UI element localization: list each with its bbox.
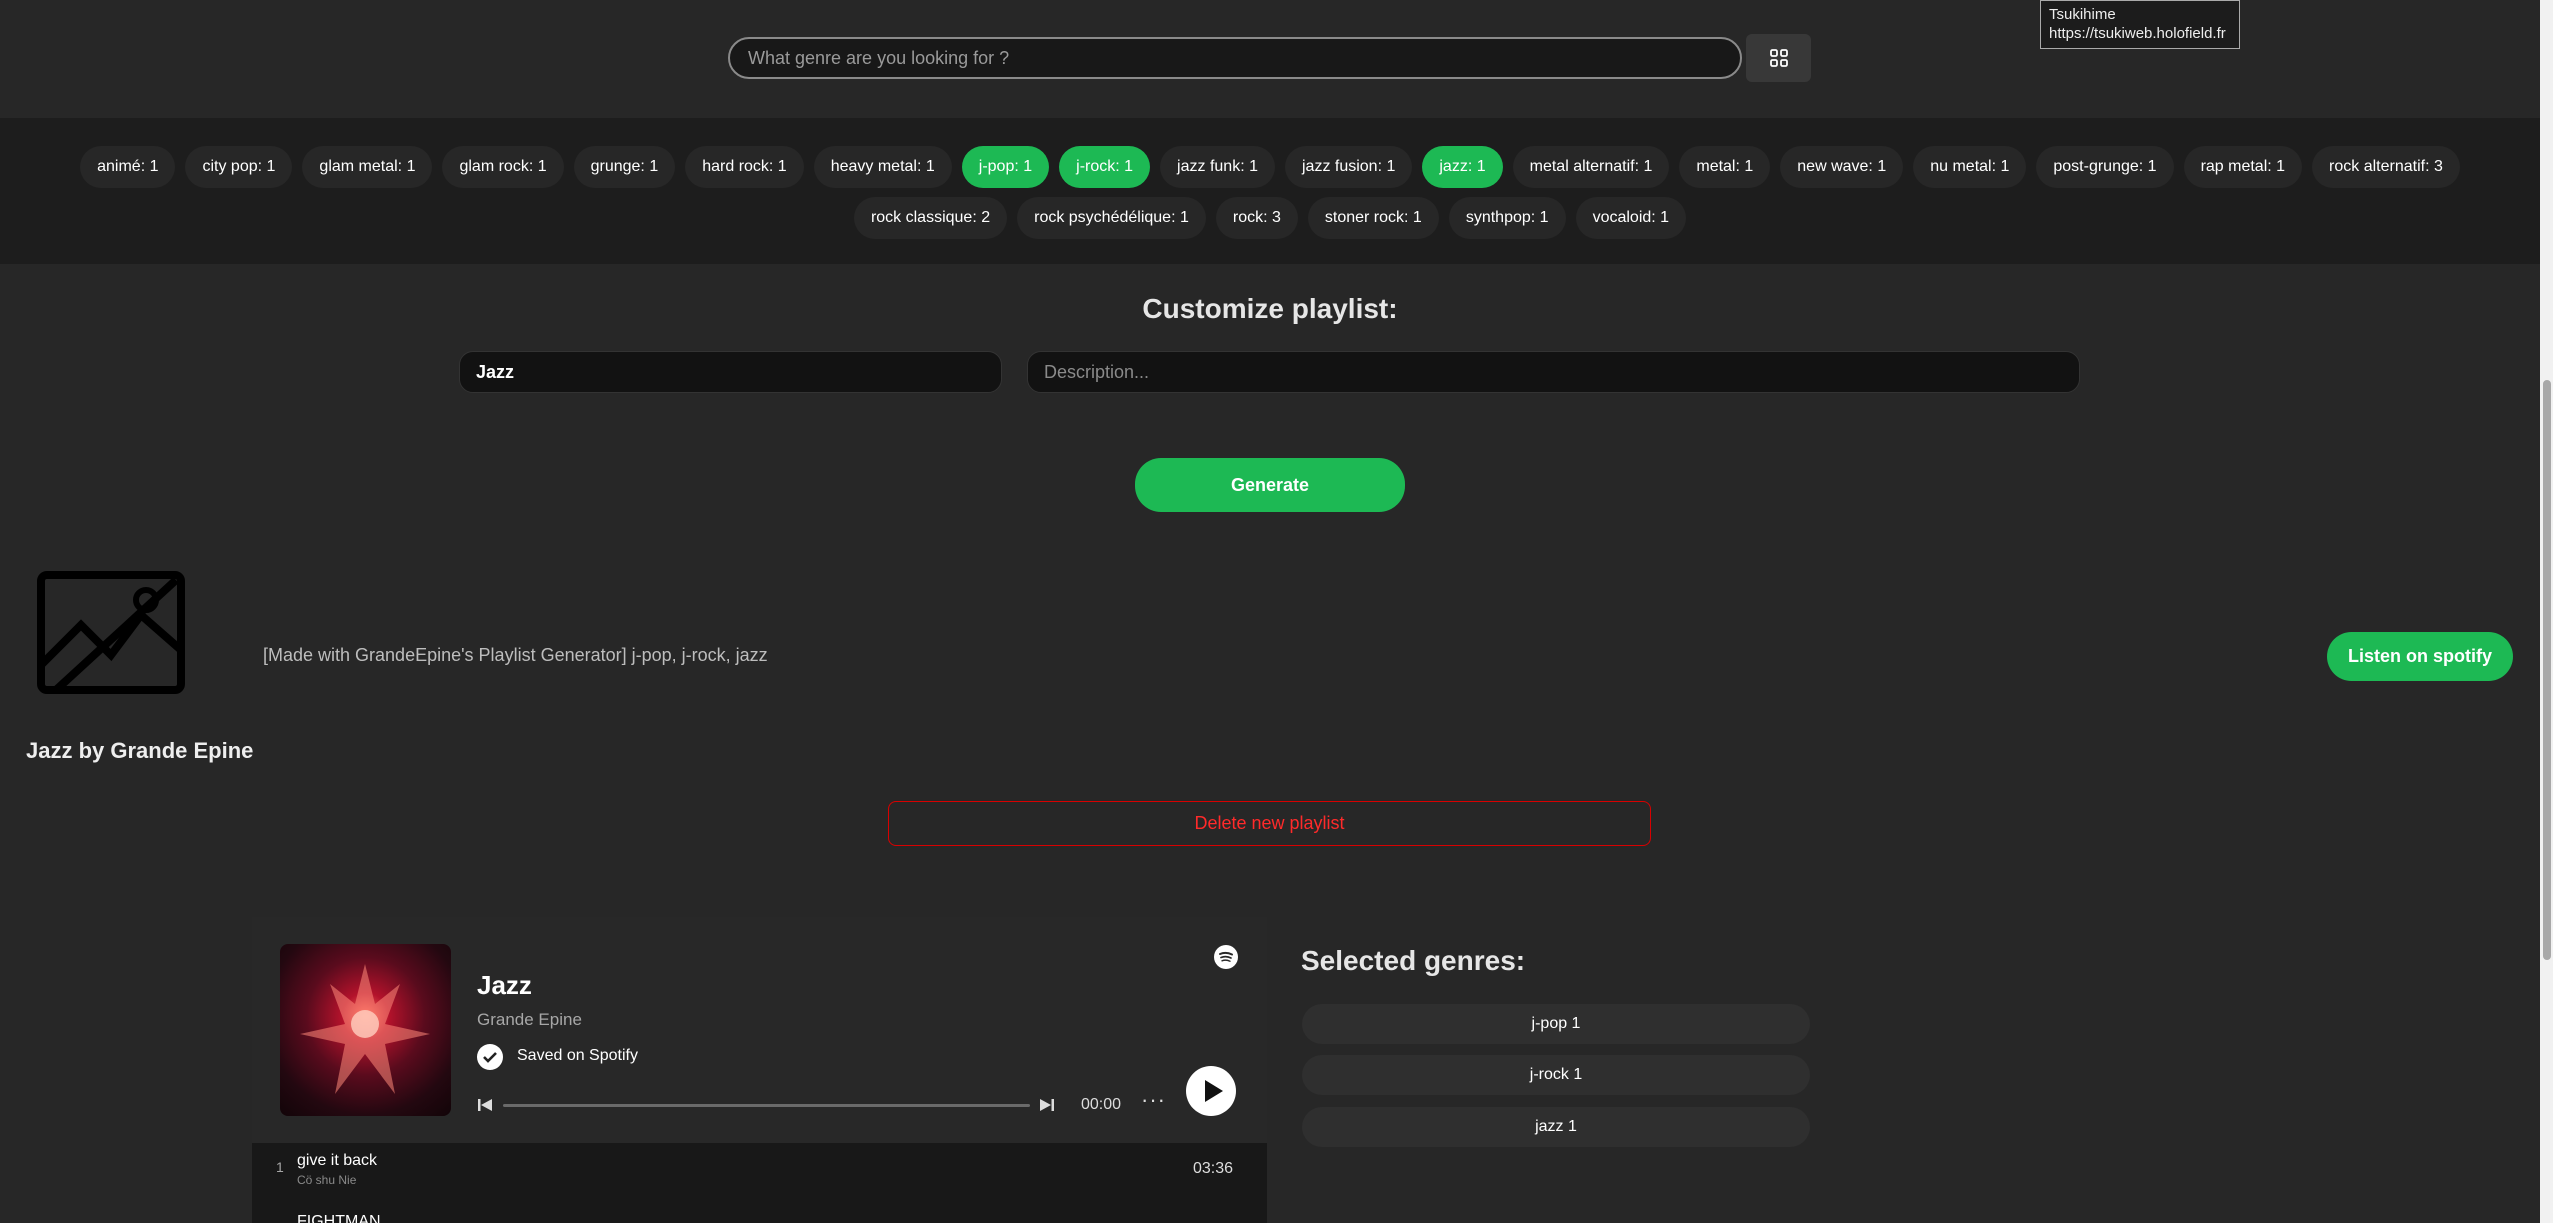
- selected-genre-pill: j-rock 1: [1302, 1055, 1810, 1095]
- genre-chip[interactable]: city pop: 1: [185, 146, 293, 188]
- track-row[interactable]: FIGHTMAN: [252, 1213, 1267, 1223]
- genre-chip[interactable]: j-pop: 1: [961, 146, 1050, 188]
- playlist-cover-placeholder: [36, 570, 186, 695]
- listen-on-spotify-button[interactable]: Listen on spotify: [2327, 632, 2513, 681]
- saved-label: Saved on Spotify: [517, 1047, 638, 1064]
- track-name: give it back: [297, 1152, 378, 1169]
- previous-track-icon[interactable]: [477, 1097, 493, 1118]
- progress-track[interactable]: [503, 1104, 1030, 1107]
- selected-genre-pill: jazz 1: [1302, 1107, 1810, 1147]
- genre-chip[interactable]: nu metal: 1: [1913, 146, 2027, 188]
- track-artist: Cö shu Nie: [297, 1173, 357, 1187]
- genre-chip[interactable]: hard rock: 1: [685, 146, 804, 188]
- genre-chip[interactable]: metal: 1: [1679, 146, 1771, 188]
- player-owner[interactable]: Grande Epine: [477, 1010, 582, 1030]
- genre-chip[interactable]: metal alternatif: 1: [1512, 146, 1670, 188]
- delete-playlist-button[interactable]: Delete new playlist: [888, 801, 1651, 846]
- genre-chip[interactable]: rock classique: 2: [853, 197, 1008, 239]
- genre-chip[interactable]: jazz funk: 1: [1160, 146, 1275, 188]
- genre-chip[interactable]: synthpop: 1: [1448, 197, 1566, 239]
- playlist-title: Jazz by Grande Epine: [26, 738, 254, 763]
- genre-chip[interactable]: grunge: 1: [573, 146, 676, 188]
- playlist-name-input[interactable]: [459, 351, 1002, 393]
- genre-chip[interactable]: rock: 3: [1215, 197, 1298, 239]
- track-number: 1: [276, 1159, 284, 1175]
- image-placeholder-icon: [37, 571, 185, 694]
- track-duration: 03:36: [1193, 1160, 1234, 1177]
- genre-chip[interactable]: glam metal: 1: [302, 146, 433, 188]
- next-track-icon[interactable]: [1039, 1097, 1055, 1118]
- genre-chip[interactable]: animé: 1: [80, 146, 176, 188]
- genre-search-input[interactable]: [728, 37, 1742, 79]
- player-title: Jazz: [477, 970, 532, 1000]
- playlist-description: [Made with GrandeEpine's Playlist Genera…: [263, 645, 768, 665]
- track-list: 1 give it back Cö shu Nie 03:36 FIGHTMAN: [252, 1143, 1267, 1223]
- spotify-embed-player: Jazz Grande Epine Saved on Spotify 00:00…: [252, 917, 1267, 1223]
- more-options-icon[interactable]: ···: [1141, 1087, 1166, 1113]
- grid-icon: [1769, 49, 1788, 67]
- tooltip-title: Tsukihime: [2049, 6, 2116, 23]
- genre-chip[interactable]: rock alternatif: 3: [2312, 146, 2460, 188]
- genre-chip[interactable]: jazz: 1: [1422, 146, 1503, 188]
- album-art: [280, 944, 451, 1116]
- genre-chip[interactable]: stoner rock: 1: [1307, 197, 1439, 239]
- genre-chip[interactable]: vocaloid: 1: [1575, 197, 1687, 239]
- customize-heading: Customize playlist:: [1142, 293, 1398, 324]
- genre-chip[interactable]: jazz fusion: 1: [1284, 146, 1413, 188]
- link-tooltip: Tsukihime https://tsukiweb.holofield.fr: [2040, 0, 2240, 49]
- genre-chip[interactable]: post-grunge: 1: [2036, 146, 2174, 188]
- track-name: FIGHTMAN: [297, 1213, 381, 1223]
- grid-view-button[interactable]: [1746, 34, 1811, 82]
- spotify-logo-icon[interactable]: [1214, 945, 1238, 969]
- genre-chips-row-2: rock classique: 2 rock psychédélique: 1 ro…: [0, 197, 2540, 239]
- playlist-description-input[interactable]: [1027, 351, 2080, 393]
- selected-genre-pill: j-pop 1: [1302, 1004, 1810, 1044]
- play-icon: [1205, 1080, 1223, 1102]
- saved-check-icon[interactable]: [477, 1044, 503, 1070]
- play-button[interactable]: [1186, 1066, 1236, 1116]
- generate-button[interactable]: Generate: [1135, 458, 1405, 512]
- genre-chip[interactable]: glam rock: 1: [442, 146, 564, 188]
- genre-chip[interactable]: heavy metal: 1: [813, 146, 952, 188]
- genre-chip[interactable]: rock psychédélique: 1: [1017, 197, 1206, 239]
- scrollbar-thumb[interactable]: [2543, 380, 2551, 960]
- genre-chip[interactable]: new wave: 1: [1780, 146, 1904, 188]
- genre-chip[interactable]: rap metal: 1: [2183, 146, 2303, 188]
- genre-chip[interactable]: j-rock: 1: [1059, 146, 1151, 188]
- album-art-figure: [300, 964, 430, 1094]
- genre-chips-panel: animé: 1 city pop: 1 glam metal: 1 glam roc…: [0, 118, 2540, 264]
- track-row[interactable]: 1 give it back Cö shu Nie 03:36: [252, 1143, 1267, 1191]
- genre-chips-row-1: animé: 1 city pop: 1 glam metal: 1 glam roc…: [0, 146, 2540, 188]
- tooltip-url: https://tsukiweb.holofield.fr: [2049, 25, 2226, 42]
- time-display: 00:00: [1081, 1096, 1122, 1113]
- selected-genres-heading: Selected genres:: [1301, 945, 1526, 976]
